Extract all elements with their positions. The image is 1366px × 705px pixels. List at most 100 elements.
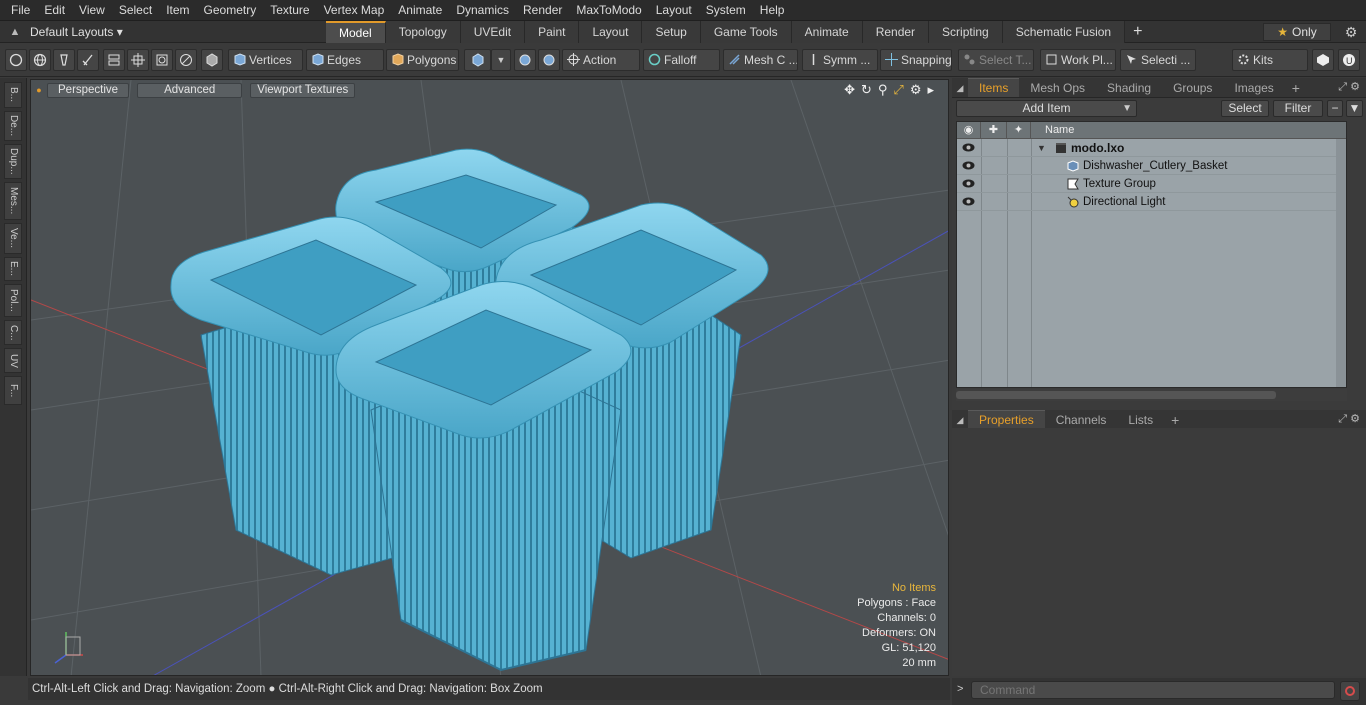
menu-system[interactable]: System (699, 0, 753, 21)
default-layouts-dropdown[interactable]: Default Layouts ▾ (30, 25, 126, 39)
menu-dynamics[interactable]: Dynamics (449, 0, 516, 21)
visibility-column-eye-icon[interactable]: ◉ (957, 122, 981, 139)
material-mode-icon[interactable] (464, 49, 491, 71)
chevron-down-icon[interactable]: ▼ (491, 49, 511, 71)
advanced-button[interactable]: Advanced (137, 82, 243, 98)
transform-icon[interactable] (127, 49, 149, 71)
select-through-button[interactable]: Select T... (958, 49, 1034, 71)
tab-mesh-ops[interactable]: Mesh Ops (1019, 79, 1096, 97)
left-tab-mesh-edit[interactable]: Mes... (4, 182, 22, 220)
element-icon[interactable] (151, 49, 173, 71)
left-tab-curve[interactable]: C... (4, 320, 22, 345)
left-tab-edge[interactable]: E... (4, 257, 22, 281)
axis-column-icon[interactable]: ✦ (1007, 122, 1031, 139)
record-macro-icon[interactable] (1340, 681, 1360, 701)
command-input[interactable] (971, 681, 1335, 699)
lock-column-icon[interactable]: ✚ (981, 122, 1007, 139)
perspective-button[interactable]: Perspective (47, 82, 130, 98)
snapping-button[interactable]: Snapping (880, 49, 952, 71)
list-item[interactable]: ▼ modo.lxo (957, 139, 1346, 157)
panel-corner-icon[interactable]: ◢ (952, 411, 968, 429)
zoom-view-icon[interactable]: ⚲ (878, 82, 888, 97)
globe-icon[interactable] (29, 49, 51, 71)
tab-lists[interactable]: Lists (1117, 411, 1164, 429)
tab-items[interactable]: Items (968, 78, 1020, 97)
tab-animate[interactable]: Animate (791, 21, 863, 43)
select-button[interactable]: Select (1221, 100, 1269, 117)
tab-setup[interactable]: Setup (642, 21, 701, 43)
list-item[interactable]: Dishwasher_Cutlery_Basket (957, 157, 1346, 175)
left-tab-polygon[interactable]: Pol... (4, 284, 22, 317)
menu-edit[interactable]: Edit (37, 0, 72, 21)
item-mode-icon[interactable] (201, 49, 223, 71)
eye-icon[interactable] (962, 142, 975, 153)
tab-layout[interactable]: Layout (579, 21, 643, 43)
tab-model[interactable]: Model (326, 21, 386, 43)
list-item[interactable]: Directional Light (957, 193, 1346, 211)
list-item[interactable]: Texture Group (957, 175, 1346, 193)
gear-icon[interactable]: ⚙ (1341, 23, 1361, 41)
panel-expand-gear-icon[interactable]: ⤢ ⚙ (1338, 80, 1360, 94)
brush-icon[interactable] (77, 49, 99, 71)
tab-groups[interactable]: Groups (1162, 79, 1223, 97)
tab-game-tools[interactable]: Game Tools (700, 21, 792, 43)
menu-layout[interactable]: Layout (649, 0, 699, 21)
falloff-circle-icon[interactable] (175, 49, 197, 71)
unreal-icon[interactable]: U (1338, 49, 1360, 71)
left-tab-deform[interactable]: De... (4, 111, 22, 141)
layout-menu-icon[interactable]: ▲ (0, 26, 30, 38)
menu-geometry[interactable]: Geometry (197, 0, 264, 21)
tab-topology[interactable]: Topology (385, 21, 461, 43)
select-circle-icon[interactable] (5, 49, 27, 71)
falloff-button[interactable]: Falloff (643, 49, 720, 71)
tab-schematic-fusion[interactable]: Schematic Fusion (1002, 21, 1126, 43)
work-plane-button[interactable]: Work Pl... (1040, 49, 1116, 71)
fit-view-icon[interactable]: ⤢ (893, 82, 903, 97)
vertices-button[interactable]: Vertices (228, 49, 303, 71)
item-list-scrollbar[interactable] (1336, 139, 1346, 387)
move-view-icon[interactable]: ✥ (844, 82, 855, 97)
left-tab-fusion[interactable]: F... (4, 376, 22, 405)
panel-corner-icon[interactable]: ◢ (952, 79, 968, 97)
viewport-options-icon[interactable]: ● (31, 85, 47, 95)
menu-help[interactable]: Help (753, 0, 792, 21)
tab-channels[interactable]: Channels (1045, 411, 1118, 429)
menu-maxtomodo[interactable]: MaxToModo (569, 0, 648, 21)
rotate-view-icon[interactable]: ↻ (861, 82, 872, 97)
add-panel-tab-button[interactable]: + (1285, 79, 1307, 97)
menu-render[interactable]: Render (516, 0, 569, 21)
add-panel-tab-button[interactable]: + (1164, 411, 1186, 429)
pen-tool-icon[interactable] (53, 49, 75, 71)
polygons-button[interactable]: Polygons (386, 49, 459, 71)
eye-icon[interactable] (962, 178, 975, 189)
menu-item[interactable]: Item (159, 0, 196, 21)
tab-paint[interactable]: Paint (525, 21, 580, 43)
tab-scripting[interactable]: Scripting (929, 21, 1003, 43)
symmetry-shield-icon[interactable] (514, 49, 536, 71)
left-tab-vertex[interactable]: Ve... (4, 223, 22, 254)
left-tab-uv[interactable]: UV (4, 348, 22, 373)
tab-images[interactable]: Images (1223, 79, 1284, 97)
panel-expand-gear-icon[interactable]: ⤢ ⚙ (1338, 412, 1360, 426)
viewport-settings-gear-icon[interactable]: ⚙ (910, 82, 922, 97)
menu-animate[interactable]: Animate (391, 0, 449, 21)
menu-view[interactable]: View (72, 0, 112, 21)
symmetry-button[interactable]: Symm ... (802, 49, 878, 71)
unity-icon[interactable] (1312, 49, 1334, 71)
collapse-icon[interactable]: − (1327, 100, 1343, 117)
selection-sets-button[interactable]: Selecti ... (1120, 49, 1196, 71)
left-tab-basic[interactable]: B... (4, 82, 22, 108)
add-tab-button[interactable]: + (1125, 21, 1150, 43)
kits-button[interactable]: Kits (1232, 49, 1308, 71)
tab-uvedit[interactable]: UVEdit (460, 21, 526, 43)
align-icon[interactable] (103, 49, 125, 71)
viewport-textures-button[interactable]: Viewport Textures (250, 82, 356, 98)
filter-button[interactable]: Filter (1273, 100, 1323, 117)
snap-shield-icon[interactable] (538, 49, 560, 71)
menu-vertex-map[interactable]: Vertex Map (317, 0, 392, 21)
tab-properties[interactable]: Properties (968, 410, 1045, 429)
name-column-header[interactable]: Name (1031, 122, 1346, 139)
eye-icon[interactable] (962, 196, 975, 207)
add-item-dropdown[interactable]: Add Item ▼ (956, 100, 1137, 117)
3d-viewport[interactable]: ● Perspective Advanced Viewport Textures… (30, 79, 949, 676)
